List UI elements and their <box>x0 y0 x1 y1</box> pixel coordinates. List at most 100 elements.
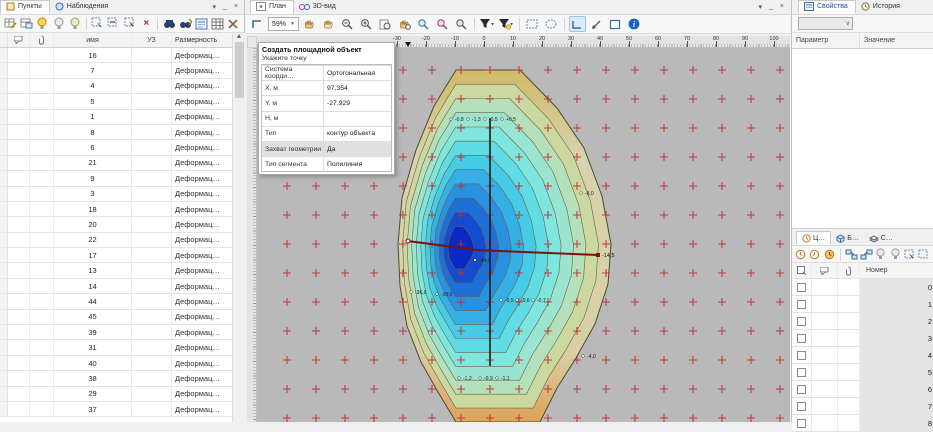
panel-minimize-button[interactable]: _ <box>223 3 227 11</box>
dialog-field-row[interactable]: Система коорди…Ортогональная <box>262 65 391 80</box>
select-cursor-icon[interactable] <box>123 16 137 32</box>
find-go-icon[interactable] <box>178 16 192 32</box>
tab-points[interactable]: Пункты <box>0 0 50 14</box>
table-row[interactable]: 21Деформац… <box>0 156 232 171</box>
tab-3d-view[interactable]: 3D-вид <box>294 0 343 14</box>
tab-blocks[interactable]: Б… <box>831 231 864 245</box>
edit-cells-icon[interactable] <box>19 16 33 32</box>
table-row[interactable]: 6 <box>792 381 933 398</box>
dialog-field-row[interactable]: X, м97,354 <box>262 80 391 95</box>
select-a-icon[interactable] <box>903 246 915 262</box>
frame-rect-icon[interactable] <box>607 16 624 32</box>
cycle-2-icon[interactable] <box>809 246 821 262</box>
field-value[interactable]: 97,354 <box>324 85 391 92</box>
row-checkbox[interactable] <box>797 300 806 309</box>
zoom-select[interactable]: 59% ▼ <box>268 17 299 31</box>
param-column-header[interactable]: Параметр <box>792 33 860 48</box>
filter-set-icon[interactable] <box>498 16 515 32</box>
row-checkbox[interactable] <box>797 368 806 377</box>
zoom-grab-icon[interactable] <box>396 16 413 32</box>
table-row[interactable]: 18Деформац… <box>0 202 232 217</box>
table-row[interactable]: 39Деформац… <box>0 325 232 340</box>
cycle-3-icon[interactable] <box>824 246 836 262</box>
uz-column-header[interactable]: УЗ <box>132 33 172 47</box>
pan-hand-icon[interactable] <box>301 16 318 32</box>
node-up-icon[interactable] <box>845 246 858 262</box>
row-checkbox[interactable] <box>797 334 806 343</box>
row-checkbox[interactable] <box>797 283 806 292</box>
bulb-off-icon[interactable] <box>52 16 66 32</box>
field-value[interactable]: контур объекта <box>324 130 391 137</box>
table-row[interactable]: 45Деформац… <box>0 310 232 325</box>
table-row[interactable]: 5Деформац… <box>0 94 232 109</box>
properties-form-icon[interactable] <box>195 16 209 32</box>
dialog-field-row[interactable]: Захват геометрииДа <box>262 141 391 156</box>
table-row[interactable]: 1 <box>792 296 933 313</box>
edit-table-icon[interactable] <box>3 16 17 32</box>
number-column-header[interactable]: Номер <box>860 263 933 278</box>
tab-plan[interactable]: План <box>250 0 294 14</box>
table-row[interactable]: 7 <box>792 398 933 415</box>
find-binoculars-icon[interactable] <box>162 16 176 32</box>
table-row[interactable]: 8Деформац… <box>0 125 232 140</box>
dialog-field-row[interactable]: Y, м-27,929 <box>262 95 391 110</box>
name-column-header[interactable]: имя <box>54 33 132 47</box>
field-value[interactable]: -27,929 <box>324 100 391 107</box>
scrollbar-thumb[interactable] <box>235 42 244 98</box>
row-checkbox[interactable] <box>797 419 806 428</box>
tab-observations[interactable]: Наблюдения <box>50 0 115 14</box>
bulb-dim-icon[interactable] <box>68 16 82 32</box>
zoom-user2-icon[interactable] <box>434 16 451 32</box>
table-row[interactable]: 3 <box>792 330 933 347</box>
table-row[interactable]: 22Деформац… <box>0 233 232 248</box>
field-value[interactable]: Ортогональная <box>324 70 391 77</box>
table-row[interactable]: 38Деформац… <box>0 371 232 386</box>
row-checkbox[interactable] <box>797 351 806 360</box>
dialog-field-row[interactable]: Тип сегментаПолилиния <box>262 156 391 171</box>
zoom-user1-icon[interactable] <box>415 16 432 32</box>
select-sub-icon[interactable] <box>107 16 121 32</box>
table-row[interactable]: 1Деформац… <box>0 110 232 125</box>
layer-combobox[interactable]: ∨ <box>798 17 853 30</box>
table-row[interactable]: 37Деформац… <box>0 402 232 417</box>
tab-history[interactable]: История <box>856 0 907 14</box>
snap-cursor-icon[interactable] <box>588 16 605 32</box>
delete-x-icon[interactable]: × <box>139 16 153 32</box>
bulb-off-icon[interactable] <box>889 246 901 262</box>
dialog-field-row[interactable]: Типконтур объекта <box>262 126 391 141</box>
tab-properties[interactable]: Свойства <box>798 0 856 14</box>
panel-menu-button[interactable]: ▾ <box>212 3 216 11</box>
dialog-field-row[interactable]: Н, м <box>262 111 391 126</box>
zoom-page-icon[interactable] <box>377 16 394 32</box>
zoom-in-icon[interactable] <box>358 16 375 32</box>
bulb-on-icon[interactable] <box>875 246 887 262</box>
table-row[interactable]: 17Деформац… <box>0 248 232 263</box>
table-row[interactable]: 29Деформац… <box>0 387 232 402</box>
zoom-user3-icon[interactable] <box>453 16 470 32</box>
table-row[interactable]: 7Деформац… <box>0 63 232 78</box>
table-row[interactable]: 16Деформац… <box>0 48 232 63</box>
table-row[interactable]: 31Деформац… <box>0 340 232 355</box>
panel-menu-button[interactable]: ▾ <box>758 3 762 11</box>
tab-cycles[interactable]: Ц… <box>796 231 831 245</box>
table-row[interactable]: 3Деформац… <box>0 187 232 202</box>
tools-icon[interactable] <box>227 16 241 32</box>
points-table-scrollbar[interactable]: ▲ <box>232 33 245 422</box>
panel-minimize-button[interactable]: _ <box>769 3 773 11</box>
table-row[interactable]: 0 <box>792 279 933 296</box>
value-column-header[interactable]: Значение <box>860 33 933 48</box>
field-value[interactable]: Да <box>324 146 391 153</box>
dimension-column-header[interactable]: Размерность <box>172 33 232 47</box>
row-checkbox[interactable] <box>797 385 806 394</box>
plan-corner-icon[interactable] <box>249 16 266 32</box>
table-row[interactable]: 4Деформац… <box>0 79 232 94</box>
bulb-on-icon[interactable] <box>35 16 49 32</box>
table-row[interactable]: 14Деформац… <box>0 279 232 294</box>
create-area-object-dialog[interactable]: Создать площадной объект Укажите точку С… <box>258 42 395 175</box>
table-grid-icon[interactable] <box>211 16 225 32</box>
table-row[interactable]: 2 <box>792 313 933 330</box>
marquee-lasso-icon[interactable] <box>543 16 560 32</box>
panel-close-button[interactable]: × <box>234 3 238 11</box>
select-b-icon[interactable] <box>918 246 930 262</box>
select-add-icon[interactable] <box>91 16 105 32</box>
